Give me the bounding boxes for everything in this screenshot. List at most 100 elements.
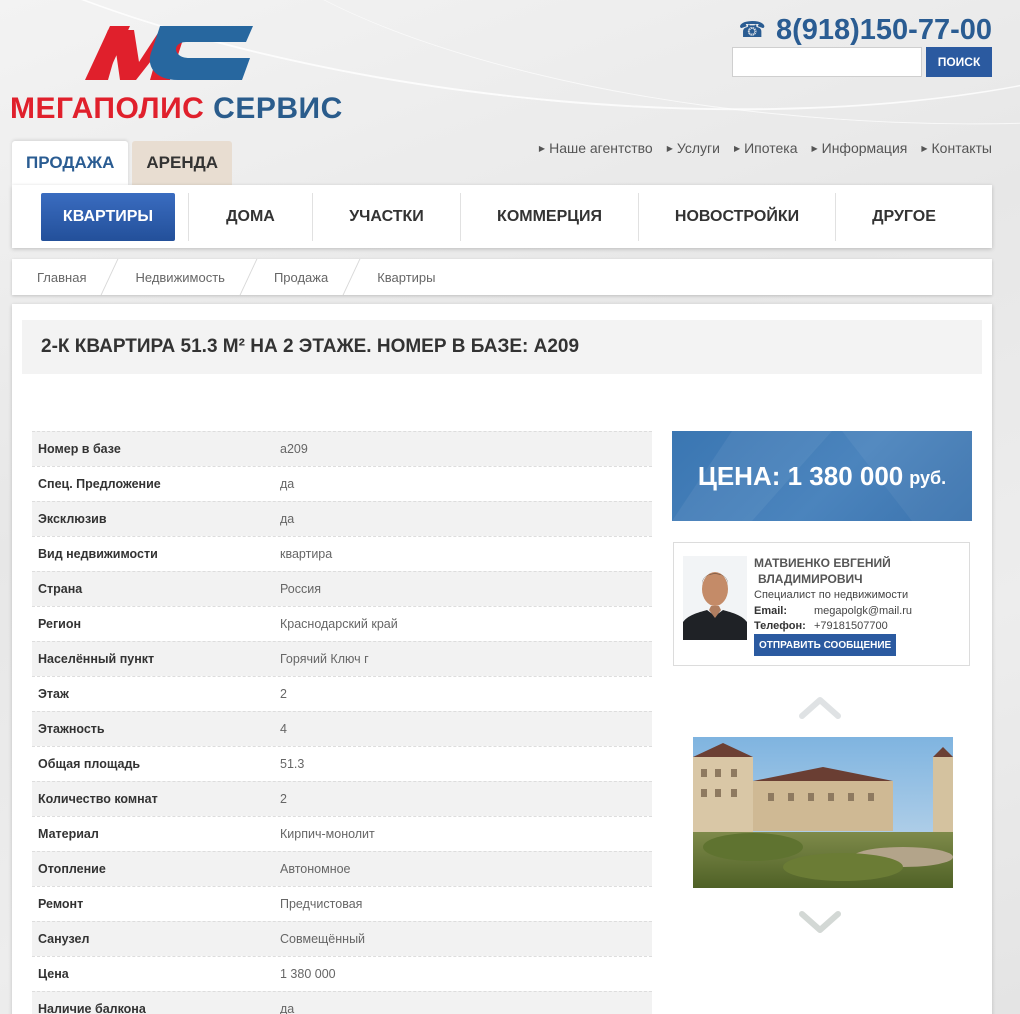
deal-type-tabs: ПРОДАЖА АРЕНДА xyxy=(12,141,232,185)
topnav-label: Информация xyxy=(821,140,908,156)
top-nav: ▶ Наше агентство ▶ Услуги ▶ Ипотека ▶ Информ… xyxy=(525,140,992,156)
tab-sale[interactable]: ПРОДАЖА xyxy=(12,141,129,185)
agent-name-line1: МАТВИЕНКО ЕВГЕНИЙ xyxy=(754,556,891,570)
agent-card: МАТВИЕНКО ЕВГЕНИЙ ВЛАДИМИРОВИЧ Специалис… xyxy=(673,542,970,666)
property-key: Этажность xyxy=(38,722,105,736)
breadcrumb: Главная Недвижимость Продажа Квартиры xyxy=(12,259,992,295)
menu-item-apartments[interactable]: КВАРТИРЫ xyxy=(41,192,175,241)
tab-rent[interactable]: АРЕНДА xyxy=(132,141,232,185)
property-value: Совмещённый xyxy=(280,932,366,946)
menu-item-other[interactable]: ДРУГОЕ xyxy=(836,193,972,241)
agent-phone-row: Телефон: +79181507700 xyxy=(754,620,888,632)
property-row: Отопление Автономное xyxy=(32,851,652,886)
property-key: Цена xyxy=(38,967,69,981)
gallery-down-arrow-icon[interactable] xyxy=(798,910,842,936)
property-row: Этаж 2 xyxy=(32,676,652,711)
header-phone: ☎ 8(918)150-77-00 xyxy=(739,12,992,48)
logo-mark-icon xyxy=(85,26,253,80)
property-row: Населённый пункт Горячий Ключ г xyxy=(32,641,652,676)
logo-text-part2: СЕРВИС xyxy=(213,92,343,125)
property-value: 4 xyxy=(280,722,287,736)
property-key: Общая площадь xyxy=(38,757,141,771)
property-key: Наличие балкона xyxy=(38,1002,146,1014)
search-button[interactable]: ПОИСК xyxy=(926,47,992,77)
property-key: Санузел xyxy=(38,932,90,946)
property-row: Вид недвижимости квартира xyxy=(32,536,652,571)
topnav-item-info[interactable]: ▶ Информация xyxy=(811,140,907,156)
title-bar: 2-К КВАРТИРА 51.3 М² НА 2 ЭТАЖЕ. НОМЕР В… xyxy=(22,320,982,374)
listing-card: 2-К КВАРТИРА 51.3 М² НА 2 ЭТАЖЕ. НОМЕР В… xyxy=(12,304,992,1014)
page-title: 2-К КВАРТИРА 51.3 М² НА 2 ЭТАЖЕ. НОМЕР В… xyxy=(41,336,580,357)
agent-email[interactable]: megapolgk@mail.ru xyxy=(814,605,912,617)
phone-number: 8(918)150-77-00 xyxy=(775,13,992,46)
property-value: Горячий Ключ г xyxy=(280,652,369,666)
agent-email-label: Email: xyxy=(754,605,788,617)
property-table: Номер в базе a209 Спец. Предложение да Экскл… xyxy=(32,431,652,1014)
property-key: Спец. Предложение xyxy=(38,477,161,491)
menu-item-commercial[interactable]: КОММЕРЦИЯ xyxy=(461,192,639,241)
property-row: Номер в базе a209 xyxy=(32,431,652,466)
property-value: да xyxy=(280,477,295,491)
agent-phone-label: Телефон: xyxy=(754,620,806,632)
property-key: Вид недвижимости xyxy=(38,547,158,561)
logo-text: МЕГАПОЛИС СЕРВИС xyxy=(10,92,343,126)
property-value: 2 xyxy=(280,792,287,806)
topnav-label: Ипотека xyxy=(744,140,798,156)
property-row: Цена 1 380 000 xyxy=(32,956,652,991)
breadcrumb-realty[interactable]: Недвижимость xyxy=(110,259,248,295)
topnav-item-mortgage[interactable]: ▶ Ипотека xyxy=(734,140,798,156)
topnav-label: Услуги xyxy=(676,140,720,156)
menu-item-plots[interactable]: УЧАСТКИ xyxy=(313,192,461,241)
property-row: Эксклюзив да xyxy=(32,501,652,536)
property-key: Количество комнат xyxy=(38,792,158,806)
agent-name-line2: ВЛАДИМИРОВИЧ xyxy=(758,572,863,586)
property-value: 1 380 000 xyxy=(280,967,336,981)
property-value: да xyxy=(280,1002,295,1014)
bullet-icon: ▶ xyxy=(538,143,546,153)
menu-item-houses[interactable]: ДОМА xyxy=(189,192,313,241)
topnav-item-contacts[interactable]: ▶ Контакты xyxy=(921,140,992,156)
agent-email-row: Email: megapolgk@mail.ru xyxy=(754,605,912,617)
topnav-item-services[interactable]: ▶ Услуги xyxy=(667,140,720,156)
breadcrumb-home[interactable]: Главная xyxy=(12,259,110,295)
bullet-icon: ▶ xyxy=(811,143,818,153)
property-key: Этаж xyxy=(38,687,69,701)
breadcrumb-apartments[interactable]: Квартиры xyxy=(352,259,459,295)
send-message-button[interactable]: ОТПРАВИТЬ СООБЩЕНИЕ xyxy=(754,634,897,656)
property-row: Спец. Предложение да xyxy=(32,466,652,501)
property-row: Санузел Совмещённый xyxy=(32,921,652,956)
search-input[interactable] xyxy=(732,47,922,77)
agent-role: Специалист по недвижимости xyxy=(754,589,909,601)
price-currency: руб. xyxy=(909,467,947,488)
agent-photo xyxy=(683,556,747,640)
topnav-item-agency[interactable]: ▶ Наше агентство xyxy=(539,140,653,156)
property-value: квартира xyxy=(280,547,333,561)
property-row: Количество комнат 2 xyxy=(32,781,652,816)
logo-text-part1: МЕГАПОЛИС xyxy=(10,92,205,125)
property-value: Кирпич-монолит xyxy=(280,827,375,841)
property-row: Общая площадь 51.3 xyxy=(32,746,652,781)
site-logo[interactable]: МЕГАПОЛИС СЕРВИС xyxy=(10,18,342,128)
category-menu: КВАРТИРЫ ДОМА УЧАСТКИ КОММЕРЦИЯ НОВОСТРО… xyxy=(12,185,992,248)
menu-item-new-buildings[interactable]: НОВОСТРОЙКИ xyxy=(639,192,836,241)
agent-name: МАТВИЕНКО ЕВГЕНИЙ ВЛАДИМИРОВИЧ xyxy=(754,555,959,587)
property-row: Регион Краснодарский край xyxy=(32,606,652,641)
search-bar: ПОИСК xyxy=(732,47,992,77)
property-key: Ремонт xyxy=(38,897,84,911)
property-value: Россия xyxy=(280,582,321,596)
property-value: 51.3 xyxy=(280,757,305,771)
property-row: Наличие балкона да xyxy=(32,991,652,1014)
breadcrumb-sale[interactable]: Продажа xyxy=(249,259,352,295)
bullet-icon: ▶ xyxy=(733,143,741,153)
property-value: Краснодарский край xyxy=(280,617,398,631)
property-row: Ремонт Предчистовая xyxy=(32,886,652,921)
gallery-up-arrow-icon[interactable] xyxy=(798,694,842,720)
property-key: Материал xyxy=(38,827,99,841)
gallery-photo[interactable] xyxy=(693,737,953,888)
price-value: ЦЕНА: 1 380 000 xyxy=(697,460,904,491)
bullet-icon: ▶ xyxy=(921,143,928,153)
bullet-icon: ▶ xyxy=(666,143,673,153)
price-box: ЦЕНА: 1 380 000 руб. xyxy=(672,431,972,521)
property-value: Автономное xyxy=(280,862,351,876)
topnav-label: Контакты xyxy=(931,140,992,156)
